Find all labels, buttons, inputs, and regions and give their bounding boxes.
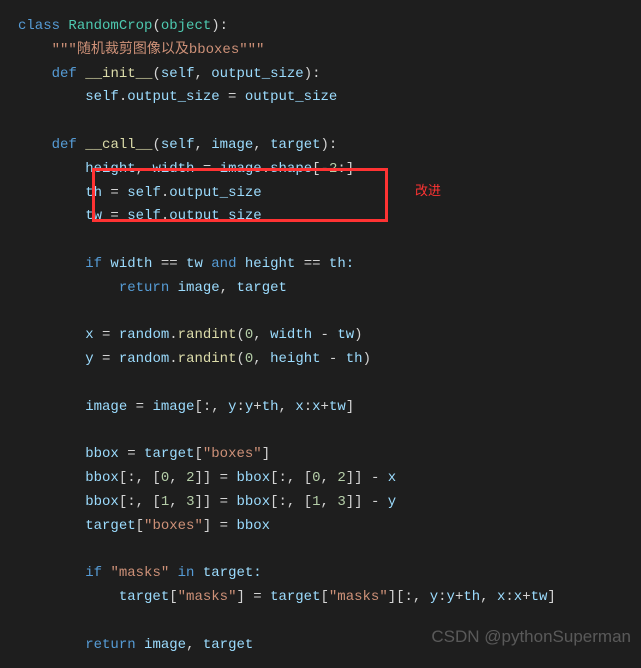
code-line: return image, target <box>18 634 631 658</box>
code-line: th = self.output_size <box>18 182 631 206</box>
code-line: y = random.randint(0, height - th) <box>18 348 631 372</box>
code-line <box>18 229 631 253</box>
code-line: target["boxes"] = bbox <box>18 515 631 539</box>
code-line: return image, target <box>18 277 631 301</box>
code-editor: class RandomCrop(object): """随机裁剪图像以及bbo… <box>0 0 641 668</box>
code-line: def __call__(self, image, target): <box>18 134 631 158</box>
code-line: image = image[:, y:y+th, x:x+tw] <box>18 396 631 420</box>
code-line <box>18 372 631 396</box>
code-line <box>18 610 631 634</box>
code-line: bbox[:, [1, 3]] = bbox[:, [1, 3]] - y <box>18 491 631 515</box>
code-line: def __init__(self, output_size): <box>18 63 631 87</box>
code-line: tw = self.output_size <box>18 205 631 229</box>
code-line: if "masks" in target: <box>18 562 631 586</box>
code-line <box>18 110 631 134</box>
code-line: self.output_size = output_size <box>18 86 631 110</box>
code-line: height, width = image.shape[-2:] <box>18 158 631 182</box>
annotation-label: 改进 <box>415 180 441 202</box>
code-line: if width == tw and height == th: <box>18 253 631 277</box>
code-line: bbox[:, [0, 2]] = bbox[:, [0, 2]] - x <box>18 467 631 491</box>
code-line: """随机裁剪图像以及bboxes""" <box>18 39 631 63</box>
code-line <box>18 420 631 444</box>
code-line: x = random.randint(0, width - tw) <box>18 324 631 348</box>
code-line <box>18 539 631 563</box>
code-line: bbox = target["boxes"] <box>18 443 631 467</box>
code-line: target["masks"] = target["masks"][:, y:y… <box>18 586 631 610</box>
code-line <box>18 301 631 325</box>
code-line: class RandomCrop(object): <box>18 15 631 39</box>
